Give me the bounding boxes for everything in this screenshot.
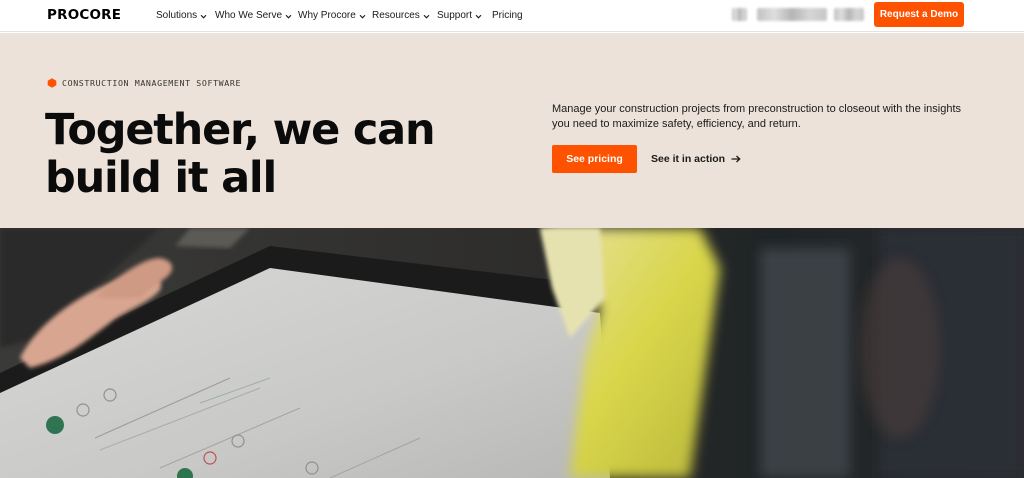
eyebrow-text: CONSTRUCTION MANAGEMENT SOFTWARE [62, 78, 242, 88]
hexagon-icon [47, 78, 57, 88]
obscured-utility-link[interactable] [834, 8, 864, 21]
tablet-photo-illustration [0, 228, 1024, 478]
request-demo-button[interactable]: Request a Demo [874, 2, 964, 27]
see-it-in-action-link[interactable]: See it in action [651, 152, 741, 166]
obscured-utility-link[interactable] [757, 8, 827, 21]
nav-item-label: Solutions [156, 10, 198, 21]
nav-item-why-procore[interactable]: Why Procore [298, 9, 366, 23]
nav-item-solutions[interactable]: Solutions [156, 9, 207, 23]
see-pricing-button[interactable]: See pricing [552, 145, 637, 173]
obscured-utility-icon[interactable] [732, 8, 747, 21]
chevron-down-icon [423, 13, 430, 20]
nav-item-label: Who We Serve [215, 10, 283, 21]
procore-logo[interactable]: PROCORE [47, 8, 121, 22]
link-label: See it in action [651, 153, 726, 165]
chevron-down-icon [475, 13, 482, 20]
nav-item-label: Support [437, 10, 473, 21]
nav-item-support[interactable]: Support [437, 9, 482, 23]
nav-item-who-we-serve[interactable]: Who We Serve [215, 9, 292, 23]
chevron-down-icon [285, 13, 292, 20]
headline-line: build it all [45, 153, 277, 203]
nav-item-pricing[interactable]: Pricing [492, 9, 523, 23]
chevron-down-icon [359, 13, 366, 20]
hero-eyebrow: CONSTRUCTION MANAGEMENT SOFTWARE [47, 78, 241, 88]
headline-line: Together, we can [45, 105, 436, 155]
chevron-down-icon [200, 13, 207, 20]
nav-item-label: Pricing [492, 10, 523, 21]
nav-item-label: Why Procore [298, 10, 356, 21]
hero-subcopy: Manage your construction projects from p… [552, 103, 962, 130]
hero-headline: Together, we can build it all [45, 106, 465, 202]
nav-item-resources[interactable]: Resources [372, 9, 430, 23]
hero-photo [0, 228, 1024, 478]
nav-item-label: Resources [372, 10, 420, 21]
hero-section: CONSTRUCTION MANAGEMENT SOFTWARE Togethe… [0, 33, 1024, 228]
arrow-right-icon [731, 155, 741, 163]
top-navigation: PROCORE Solutions Who We Serve Why Proco… [0, 0, 1024, 32]
